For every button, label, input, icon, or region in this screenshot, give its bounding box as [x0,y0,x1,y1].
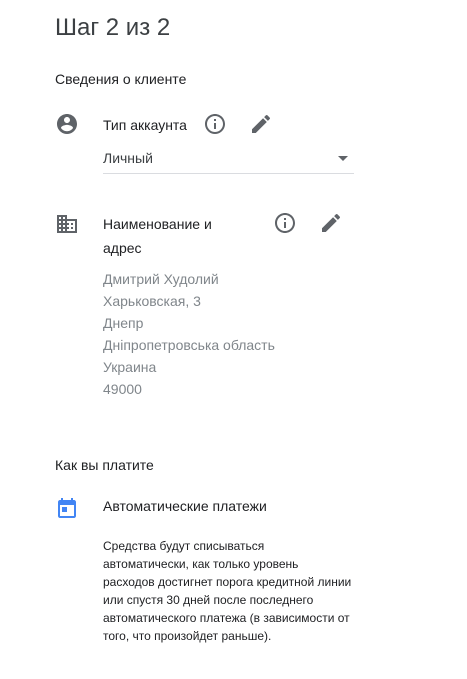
payment-method-label: Автоматические платежи [103,498,267,514]
business-building-icon [55,212,79,236]
name-address-edit-icon[interactable] [319,211,343,235]
address-line: 49000 [103,381,142,397]
payment-section-heading: Как вы платите [55,457,154,473]
account-circle-icon [55,112,79,136]
account-type-label: Тип аккаунта [103,117,187,133]
address-line: Украина [103,359,157,375]
name-address-label-line1: Наименование и [103,216,212,232]
name-address-info-icon[interactable] [273,211,297,235]
address-line: Днепр [103,315,144,331]
account-type-value: Личный [103,150,153,166]
page-title: Шаг 2 из 2 [55,14,171,41]
calendar-icon [55,496,79,520]
account-type-edit-icon[interactable] [249,112,273,136]
account-type-select[interactable]: Личный [103,146,354,174]
client-section-heading: Сведения о клиенте [55,71,187,87]
address-line: Дмитрий Худолий [103,271,219,287]
account-type-info-icon[interactable] [203,112,227,136]
name-address-label-line2: адрес [103,240,142,256]
payment-method-description: Средства будут списываться автоматически… [103,539,352,643]
address-line: Харьковская, 3 [103,293,201,309]
dropdown-arrow-icon [338,156,348,161]
address-block: Дмитрий Худолий Харьковская, 3 Днепр Дні… [103,268,275,400]
address-line: Дніпропетровська область [103,337,275,353]
